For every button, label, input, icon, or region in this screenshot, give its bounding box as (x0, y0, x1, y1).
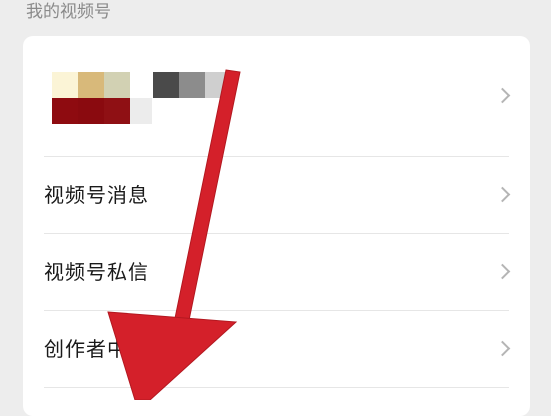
pixelated-avatar (52, 72, 152, 124)
chevron-right-icon (494, 186, 511, 203)
channel-profile-row[interactable] (23, 36, 530, 156)
menu-row-channel-messages[interactable]: 视频号消息 (23, 157, 530, 233)
chevron-right-icon (494, 263, 511, 280)
divider (44, 387, 509, 388)
menu-row-channel-private-messages[interactable]: 视频号私信 (23, 234, 530, 310)
menu-label-channel-messages: 视频号消息 (44, 183, 149, 207)
pixelated-channel-name (153, 72, 233, 124)
menu-row-creator-center[interactable]: 创作者中心 (23, 311, 530, 387)
chevron-right-icon (494, 87, 511, 104)
menu-label-creator-center: 创作者中心 (44, 337, 149, 361)
section-header-my-channels: 我的视频号 (26, 2, 111, 22)
channels-card: 视频号消息 视频号私信 创作者中心 (23, 36, 530, 416)
menu-label-channel-private-messages: 视频号私信 (44, 260, 149, 284)
chevron-right-icon (494, 340, 511, 357)
